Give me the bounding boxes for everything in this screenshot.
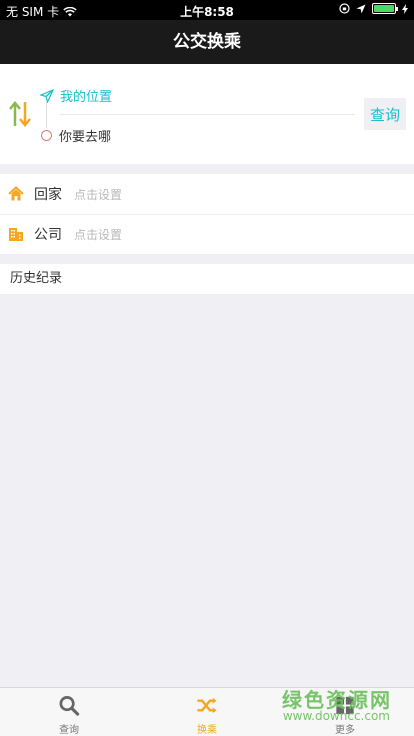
tab-transfer[interactable]: 换乘 (138, 688, 276, 736)
search-icon (59, 696, 80, 716)
shortcut-company[interactable]: 公司 点击设置 (0, 214, 414, 254)
building-icon (9, 228, 23, 241)
shortcut-home[interactable]: 回家 点击设置 (0, 174, 414, 214)
shortcut-company-hint: 点击设置 (74, 227, 123, 242)
shortcuts-list: 回家 点击设置 公司 点击设置 (0, 174, 414, 254)
tab-query-label: 查询 (59, 725, 79, 736)
shortcut-company-label: 公司 (34, 227, 62, 243)
page-title: 公交换乘 (173, 32, 241, 52)
home-icon (8, 186, 24, 201)
tab-query[interactable]: 查询 (0, 688, 138, 736)
location-arrow-icon (356, 4, 366, 13)
from-field[interactable]: 我的位置 (40, 86, 112, 105)
history-title: 历史纪录 (10, 271, 63, 286)
query-button[interactable]: 查询 (364, 98, 406, 130)
battery-icon (372, 3, 398, 14)
history-header: 历史纪录 (0, 264, 414, 294)
status-bar: 无 SIM 卡 上午8:58 (0, 0, 414, 20)
to-placeholder: 你要去哪 (59, 130, 112, 145)
paper-plane-icon (40, 88, 54, 103)
shortcut-home-label: 回家 (34, 187, 62, 203)
destination-circle-icon (41, 130, 52, 141)
charging-icon (402, 3, 408, 14)
tab-more-label: 更多 (335, 725, 355, 736)
nav-bar: 公交换乘 (0, 20, 414, 64)
to-field[interactable]: 你要去哪 (41, 126, 111, 145)
shortcut-home-hint: 点击设置 (74, 187, 123, 202)
orientation-lock-icon (339, 3, 350, 14)
tab-transfer-label: 换乘 (197, 725, 217, 736)
shuffle-icon (197, 697, 217, 714)
route-card: 我的位置 你要去哪 查询 (0, 64, 414, 164)
watermark-url: www.downcc.com (282, 709, 390, 723)
swap-direction-icon[interactable] (8, 100, 32, 128)
from-location: 我的位置 (60, 90, 113, 105)
